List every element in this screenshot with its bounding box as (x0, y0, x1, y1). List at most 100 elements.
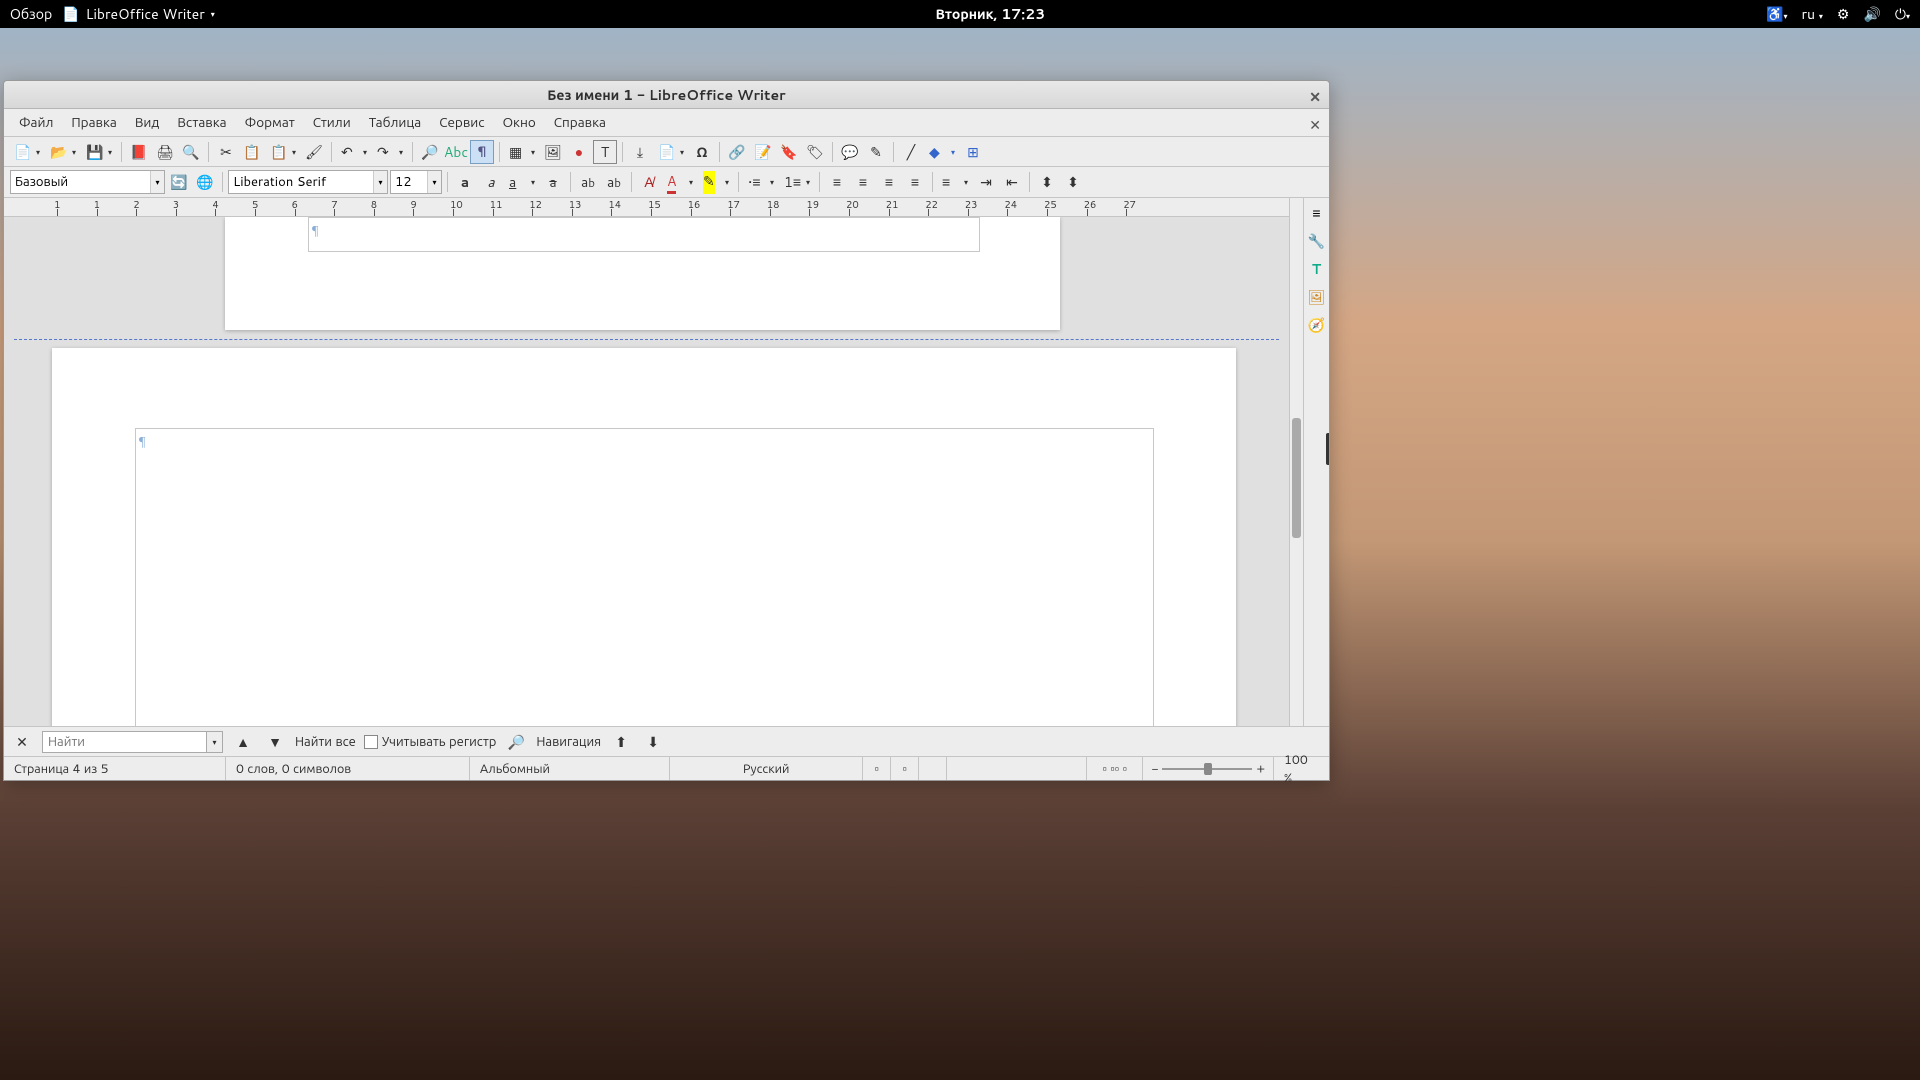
document-close-button[interactable]: ✕ (1309, 115, 1321, 135)
page-4[interactable]: ¶ (52, 348, 1236, 726)
navigate-prev-button[interactable]: ⬆ (609, 730, 633, 754)
sidebar-styles-icon[interactable]: T (1306, 258, 1328, 280)
paragraph-style-combo[interactable]: Базовый▾ (10, 170, 165, 194)
status-page[interactable]: Страница 4 из 5 (4, 757, 226, 780)
scroll-thumb[interactable] (1292, 418, 1301, 538)
find-other-options-button[interactable]: 🔎 (504, 730, 528, 754)
insert-chart-button[interactable]: ● (567, 140, 591, 164)
numbered-list-button[interactable]: 1≡ (780, 170, 814, 194)
find-all-button[interactable]: Найти все (295, 733, 356, 751)
activities-button[interactable]: Обзор (10, 4, 52, 24)
match-case-checkbox[interactable]: Учитывать регистр (364, 733, 497, 751)
menu-tools[interactable]: Сервис (430, 109, 493, 136)
close-findbar-button[interactable]: ✕ (10, 730, 34, 754)
find-history-dropdown[interactable]: ▾ (207, 731, 223, 753)
increase-para-spacing-button[interactable]: ⬍ (1035, 170, 1059, 194)
navigate-next-button[interactable]: ⬇ (641, 730, 665, 754)
menu-styles[interactable]: Стили (304, 109, 360, 136)
status-signature[interactable] (919, 757, 947, 780)
paste-button[interactable]: 📋 (266, 140, 300, 164)
status-language[interactable]: Русский (670, 757, 863, 780)
insert-line-button[interactable]: ╱ (899, 140, 923, 164)
insert-special-char-button[interactable]: Ω (690, 140, 714, 164)
menu-view[interactable]: Вид (126, 109, 168, 136)
menu-file[interactable]: Файл (10, 109, 62, 136)
insert-image-button[interactable]: 🖼 (541, 140, 565, 164)
basic-shapes-button[interactable]: ◆ (925, 140, 959, 164)
insert-field-button[interactable]: 📄 (654, 140, 688, 164)
accessibility-icon[interactable]: ♿▾ (1766, 4, 1787, 24)
font-size-combo[interactable]: 12▾ (390, 170, 442, 194)
status-word-count[interactable]: 0 слов, 0 символов (226, 757, 470, 780)
status-zoom-value[interactable]: 100 % (1273, 757, 1329, 780)
insert-footnote-button[interactable]: 📝 (751, 140, 775, 164)
bold-button[interactable]: a (453, 170, 477, 194)
track-changes-button[interactable]: ✎ (864, 140, 888, 164)
text-frame[interactable]: ¶ (308, 217, 980, 252)
titlebar[interactable]: Без имени 1 - LibreOffice Writer ✕ (4, 81, 1329, 109)
document-canvas[interactable]: ¶ ¶ (4, 217, 1289, 726)
app-menu[interactable]: 📄 LibreOffice Writer ▾ (62, 4, 215, 24)
status-selection-mode[interactable]: ▫ (891, 757, 919, 780)
status-insert-mode[interactable]: ▫ (863, 757, 891, 780)
text-frame[interactable]: ¶ (135, 428, 1154, 726)
new-style-button[interactable]: 🌐 (193, 170, 217, 194)
update-style-button[interactable]: 🔄 (167, 170, 191, 194)
outline-button[interactable]: ≡ (938, 170, 972, 194)
window-close-button[interactable]: ✕ (1309, 87, 1321, 107)
sidebar-navigator-icon[interactable]: 🧭 (1306, 314, 1328, 336)
clock[interactable]: Вторник, 17:23 (215, 4, 1766, 24)
horizontal-ruler[interactable]: 1123456789101112131415161718192021222324… (4, 198, 1289, 217)
menu-format[interactable]: Формат (236, 109, 304, 136)
zoom-slider[interactable]: − + (1143, 760, 1273, 778)
insert-bookmark-button[interactable]: 🔖 (777, 140, 801, 164)
network-icon[interactable]: ⚙ (1837, 4, 1850, 24)
menu-insert[interactable]: Вставка (168, 109, 235, 136)
cut-button[interactable]: ✂ (214, 140, 238, 164)
decrease-indent-button[interactable]: ⇤ (1000, 170, 1024, 194)
zoom-out-icon[interactable]: − (1151, 760, 1158, 778)
menu-edit[interactable]: Правка (62, 109, 125, 136)
align-justify-button[interactable]: ≡ (903, 170, 927, 194)
print-preview-button[interactable]: 🔍 (179, 140, 203, 164)
insert-comment-button[interactable]: 💬 (838, 140, 862, 164)
increase-indent-button[interactable]: ⇥ (974, 170, 998, 194)
print-button[interactable]: 🖨 (153, 140, 177, 164)
insert-cross-reference-button[interactable]: 🏷 (803, 140, 827, 164)
save-button[interactable]: 💾 (82, 140, 116, 164)
power-icon[interactable]: ⏻▾ (1895, 4, 1910, 24)
find-input[interactable] (42, 731, 207, 753)
copy-button[interactable]: 📋 (240, 140, 264, 164)
export-pdf-button[interactable]: 📕 (127, 140, 151, 164)
insert-page-break-button[interactable]: ⤓ (628, 140, 652, 164)
formatting-marks-button[interactable]: ¶ (470, 140, 494, 164)
redo-button[interactable]: ↷ (373, 140, 407, 164)
insert-textbox-button[interactable]: T (593, 140, 617, 164)
new-button[interactable]: 📄 (10, 140, 44, 164)
bullet-list-button[interactable]: •≡ (744, 170, 778, 194)
zoom-in-icon[interactable]: + (1256, 760, 1265, 778)
sidebar-gallery-icon[interactable]: 🖼 (1306, 286, 1328, 308)
spellcheck-button[interactable]: Abc (444, 140, 468, 164)
find-previous-button[interactable]: ▲ (231, 730, 255, 754)
sidebar-expand-handle[interactable] (1326, 433, 1329, 465)
clone-formatting-button[interactable]: 🖌 (302, 140, 326, 164)
menu-help[interactable]: Справка (545, 109, 615, 136)
page-3-bottom[interactable]: ¶ (225, 217, 1060, 330)
keyboard-layout[interactable]: ru ▾ (1802, 4, 1823, 24)
align-right-button[interactable]: ≡ (877, 170, 901, 194)
clear-formatting-button[interactable]: A̸ (637, 170, 661, 194)
sidebar-properties-icon[interactable]: 🔧 (1306, 230, 1328, 252)
vertical-scrollbar[interactable] (1289, 198, 1303, 726)
strikethrough-button[interactable]: a (541, 170, 565, 194)
find-next-button[interactable]: ▼ (263, 730, 287, 754)
find-replace-button[interactable]: 🔎 (418, 140, 442, 164)
italic-button[interactable]: a (479, 170, 503, 194)
align-center-button[interactable]: ≡ (851, 170, 875, 194)
font-color-button[interactable]: A (663, 170, 697, 194)
font-name-combo[interactable]: Liberation Serif▾ (228, 170, 388, 194)
status-page-style[interactable]: Альбомный (470, 757, 670, 780)
insert-hyperlink-button[interactable]: 🔗 (725, 140, 749, 164)
open-button[interactable]: 📂 (46, 140, 80, 164)
decrease-para-spacing-button[interactable]: ⬍ (1061, 170, 1085, 194)
